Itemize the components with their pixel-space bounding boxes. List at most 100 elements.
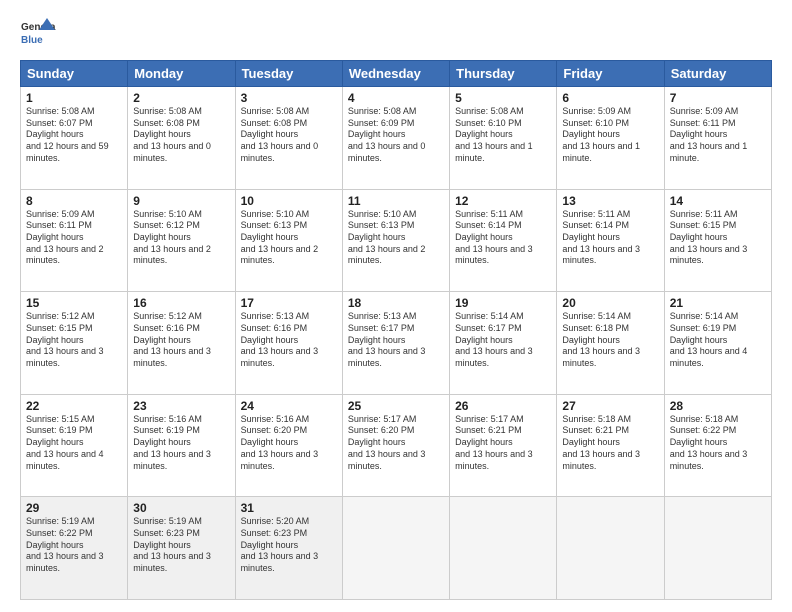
day-number: 21	[670, 296, 766, 310]
day-number: 15	[26, 296, 122, 310]
day-number: 6	[562, 91, 658, 105]
day-info: Sunrise: 5:10 AMSunset: 6:12 PMDaylight …	[133, 209, 211, 266]
day-info: Sunrise: 5:14 AMSunset: 6:19 PMDaylight …	[670, 311, 748, 368]
day-number: 3	[241, 91, 337, 105]
calendar-day-cell: 27 Sunrise: 5:18 AMSunset: 6:21 PMDaylig…	[557, 394, 664, 497]
calendar-day-cell: 22 Sunrise: 5:15 AMSunset: 6:19 PMDaylig…	[21, 394, 128, 497]
day-info: Sunrise: 5:12 AMSunset: 6:16 PMDaylight …	[133, 311, 211, 368]
calendar-day-cell: 4 Sunrise: 5:08 AMSunset: 6:09 PMDayligh…	[342, 87, 449, 190]
calendar-week-row: 8 Sunrise: 5:09 AMSunset: 6:11 PMDayligh…	[21, 189, 772, 292]
calendar-day-cell: 1 Sunrise: 5:08 AMSunset: 6:07 PMDayligh…	[21, 87, 128, 190]
calendar-day-cell: 19 Sunrise: 5:14 AMSunset: 6:17 PMDaylig…	[450, 292, 557, 395]
calendar-week-row: 22 Sunrise: 5:15 AMSunset: 6:19 PMDaylig…	[21, 394, 772, 497]
calendar-day-cell: 11 Sunrise: 5:10 AMSunset: 6:13 PMDaylig…	[342, 189, 449, 292]
calendar-day-cell: 13 Sunrise: 5:11 AMSunset: 6:14 PMDaylig…	[557, 189, 664, 292]
day-number: 9	[133, 194, 229, 208]
day-number: 2	[133, 91, 229, 105]
calendar-day-cell: 6 Sunrise: 5:09 AMSunset: 6:10 PMDayligh…	[557, 87, 664, 190]
day-number: 23	[133, 399, 229, 413]
calendar-day-cell: 15 Sunrise: 5:12 AMSunset: 6:15 PMDaylig…	[21, 292, 128, 395]
day-info: Sunrise: 5:17 AMSunset: 6:21 PMDaylight …	[455, 414, 533, 471]
day-number: 1	[26, 91, 122, 105]
calendar-day-cell: 8 Sunrise: 5:09 AMSunset: 6:11 PMDayligh…	[21, 189, 128, 292]
calendar-day-cell: 24 Sunrise: 5:16 AMSunset: 6:20 PMDaylig…	[235, 394, 342, 497]
day-info: Sunrise: 5:14 AMSunset: 6:18 PMDaylight …	[562, 311, 640, 368]
day-info: Sunrise: 5:11 AMSunset: 6:15 PMDaylight …	[670, 209, 748, 266]
day-number: 10	[241, 194, 337, 208]
day-info: Sunrise: 5:19 AMSunset: 6:22 PMDaylight …	[26, 516, 104, 573]
day-info: Sunrise: 5:11 AMSunset: 6:14 PMDaylight …	[562, 209, 640, 266]
calendar-day-cell: 9 Sunrise: 5:10 AMSunset: 6:12 PMDayligh…	[128, 189, 235, 292]
day-number: 20	[562, 296, 658, 310]
calendar-day-header: Monday	[128, 61, 235, 87]
day-info: Sunrise: 5:09 AMSunset: 6:11 PMDaylight …	[26, 209, 104, 266]
calendar-day-cell: 7 Sunrise: 5:09 AMSunset: 6:11 PMDayligh…	[664, 87, 771, 190]
day-info: Sunrise: 5:08 AMSunset: 6:09 PMDaylight …	[348, 106, 426, 163]
day-info: Sunrise: 5:12 AMSunset: 6:15 PMDaylight …	[26, 311, 104, 368]
calendar-day-cell: 18 Sunrise: 5:13 AMSunset: 6:17 PMDaylig…	[342, 292, 449, 395]
header: General Blue	[20, 16, 772, 52]
day-info: Sunrise: 5:18 AMSunset: 6:21 PMDaylight …	[562, 414, 640, 471]
calendar-day-cell: 25 Sunrise: 5:17 AMSunset: 6:20 PMDaylig…	[342, 394, 449, 497]
day-info: Sunrise: 5:16 AMSunset: 6:19 PMDaylight …	[133, 414, 211, 471]
day-number: 5	[455, 91, 551, 105]
day-number: 27	[562, 399, 658, 413]
calendar-day-header: Thursday	[450, 61, 557, 87]
day-number: 31	[241, 501, 337, 515]
calendar-day-cell: 2 Sunrise: 5:08 AMSunset: 6:08 PMDayligh…	[128, 87, 235, 190]
calendar-day-header: Wednesday	[342, 61, 449, 87]
calendar-day-cell: 30 Sunrise: 5:19 AMSunset: 6:23 PMDaylig…	[128, 497, 235, 600]
day-number: 28	[670, 399, 766, 413]
day-number: 19	[455, 296, 551, 310]
day-info: Sunrise: 5:09 AMSunset: 6:11 PMDaylight …	[670, 106, 748, 163]
day-number: 30	[133, 501, 229, 515]
day-number: 4	[348, 91, 444, 105]
calendar-day-header: Tuesday	[235, 61, 342, 87]
day-number: 16	[133, 296, 229, 310]
day-info: Sunrise: 5:13 AMSunset: 6:17 PMDaylight …	[348, 311, 426, 368]
day-info: Sunrise: 5:19 AMSunset: 6:23 PMDaylight …	[133, 516, 211, 573]
day-info: Sunrise: 5:08 AMSunset: 6:10 PMDaylight …	[455, 106, 533, 163]
calendar-day-cell	[664, 497, 771, 600]
day-info: Sunrise: 5:16 AMSunset: 6:20 PMDaylight …	[241, 414, 319, 471]
day-number: 13	[562, 194, 658, 208]
calendar-day-cell: 21 Sunrise: 5:14 AMSunset: 6:19 PMDaylig…	[664, 292, 771, 395]
calendar-day-header: Saturday	[664, 61, 771, 87]
calendar-day-cell	[342, 497, 449, 600]
day-number: 24	[241, 399, 337, 413]
svg-text:Blue: Blue	[21, 35, 43, 46]
calendar-week-row: 15 Sunrise: 5:12 AMSunset: 6:15 PMDaylig…	[21, 292, 772, 395]
day-info: Sunrise: 5:10 AMSunset: 6:13 PMDaylight …	[348, 209, 426, 266]
day-info: Sunrise: 5:15 AMSunset: 6:19 PMDaylight …	[26, 414, 104, 471]
day-number: 22	[26, 399, 122, 413]
calendar-day-cell: 3 Sunrise: 5:08 AMSunset: 6:08 PMDayligh…	[235, 87, 342, 190]
logo: General Blue	[20, 16, 56, 52]
calendar-day-cell: 31 Sunrise: 5:20 AMSunset: 6:23 PMDaylig…	[235, 497, 342, 600]
day-info: Sunrise: 5:10 AMSunset: 6:13 PMDaylight …	[241, 209, 319, 266]
calendar-day-cell: 5 Sunrise: 5:08 AMSunset: 6:10 PMDayligh…	[450, 87, 557, 190]
calendar-day-cell: 20 Sunrise: 5:14 AMSunset: 6:18 PMDaylig…	[557, 292, 664, 395]
day-info: Sunrise: 5:18 AMSunset: 6:22 PMDaylight …	[670, 414, 748, 471]
day-number: 18	[348, 296, 444, 310]
calendar-table: SundayMondayTuesdayWednesdayThursdayFrid…	[20, 60, 772, 600]
calendar-week-row: 29 Sunrise: 5:19 AMSunset: 6:22 PMDaylig…	[21, 497, 772, 600]
day-number: 11	[348, 194, 444, 208]
day-info: Sunrise: 5:08 AMSunset: 6:07 PMDaylight …	[26, 106, 109, 163]
day-info: Sunrise: 5:08 AMSunset: 6:08 PMDaylight …	[133, 106, 211, 163]
logo-svg: General Blue	[20, 16, 56, 52]
day-number: 26	[455, 399, 551, 413]
calendar-day-cell: 10 Sunrise: 5:10 AMSunset: 6:13 PMDaylig…	[235, 189, 342, 292]
day-number: 14	[670, 194, 766, 208]
calendar-day-cell	[557, 497, 664, 600]
calendar-day-cell	[450, 497, 557, 600]
day-info: Sunrise: 5:13 AMSunset: 6:16 PMDaylight …	[241, 311, 319, 368]
page: General Blue SundayMondayTuesdayWednesda…	[0, 0, 792, 612]
day-number: 29	[26, 501, 122, 515]
day-number: 25	[348, 399, 444, 413]
day-info: Sunrise: 5:09 AMSunset: 6:10 PMDaylight …	[562, 106, 640, 163]
calendar-day-cell: 29 Sunrise: 5:19 AMSunset: 6:22 PMDaylig…	[21, 497, 128, 600]
calendar-day-cell: 16 Sunrise: 5:12 AMSunset: 6:16 PMDaylig…	[128, 292, 235, 395]
day-info: Sunrise: 5:14 AMSunset: 6:17 PMDaylight …	[455, 311, 533, 368]
day-info: Sunrise: 5:20 AMSunset: 6:23 PMDaylight …	[241, 516, 319, 573]
calendar-day-header: Friday	[557, 61, 664, 87]
